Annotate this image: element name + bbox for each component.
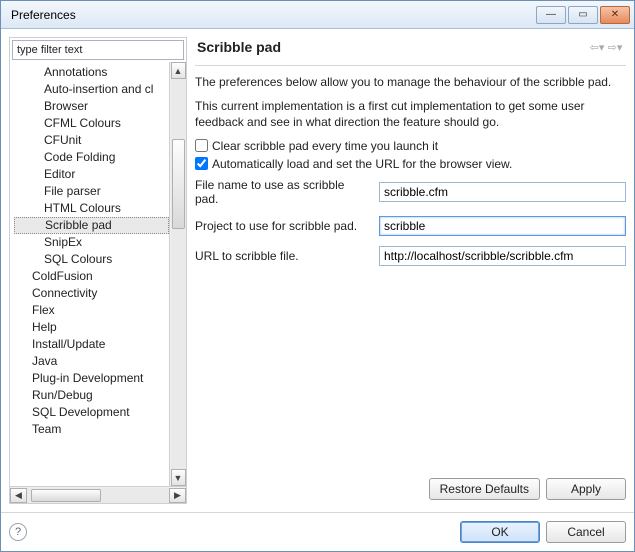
filename-label: File name to use as scribble pad. bbox=[195, 178, 371, 206]
tree-item[interactable]: Run/Debug bbox=[14, 387, 169, 404]
window-buttons: — ▭ ✕ bbox=[536, 6, 630, 24]
scroll-down-icon[interactable]: ▼ bbox=[171, 469, 186, 486]
window-title: Preferences bbox=[11, 8, 536, 22]
tree-item[interactable]: SQL Development bbox=[14, 404, 169, 421]
scroll-right-icon[interactable]: ▶ bbox=[169, 488, 186, 503]
url-row: URL to scribble file. bbox=[195, 246, 626, 266]
autoload-checkbox[interactable] bbox=[195, 157, 208, 170]
footer: ? OK Cancel bbox=[1, 512, 634, 551]
tree-item[interactable]: Plug-in Development bbox=[14, 370, 169, 387]
tree-item[interactable]: Annotations bbox=[14, 64, 169, 81]
forward-icon[interactable]: ⇨▾ bbox=[606, 39, 624, 55]
filename-input[interactable] bbox=[379, 182, 626, 202]
tree-item[interactable]: Code Folding bbox=[14, 149, 169, 166]
back-icon[interactable]: ⇦▾ bbox=[588, 39, 606, 55]
url-input[interactable] bbox=[379, 246, 626, 266]
tree-item[interactable]: Connectivity bbox=[14, 285, 169, 302]
tree-item[interactable]: Scribble pad bbox=[14, 217, 169, 234]
filter-input[interactable] bbox=[12, 40, 184, 60]
tree-item[interactable]: Editor bbox=[14, 166, 169, 183]
client-area: AnnotationsAuto-insertion and clBrowserC… bbox=[1, 29, 634, 512]
url-label: URL to scribble file. bbox=[195, 249, 371, 263]
tree-item[interactable]: Browser bbox=[14, 98, 169, 115]
autoload-checkbox-row: Automatically load and set the URL for t… bbox=[195, 157, 626, 171]
main-panel: Scribble pad ⇦▾ ⇨▾ The preferences below… bbox=[195, 37, 626, 504]
tree-item[interactable]: Flex bbox=[14, 302, 169, 319]
scroll-up-icon[interactable]: ▲ bbox=[171, 62, 186, 79]
page-title: Scribble pad bbox=[197, 39, 588, 55]
tree-item[interactable]: ColdFusion bbox=[14, 268, 169, 285]
sidebar: AnnotationsAuto-insertion and clBrowserC… bbox=[9, 37, 187, 504]
filename-row: File name to use as scribble pad. bbox=[195, 178, 626, 206]
restore-defaults-button[interactable]: Restore Defaults bbox=[429, 478, 540, 500]
close-button[interactable]: ✕ bbox=[600, 6, 630, 24]
vertical-scrollbar[interactable]: ▲ ▼ bbox=[169, 62, 186, 486]
tree-item[interactable]: Team bbox=[14, 421, 169, 438]
titlebar: Preferences — ▭ ✕ bbox=[1, 1, 634, 29]
clear-checkbox-row: Clear scribble pad every time you launch… bbox=[195, 139, 626, 153]
tree-item[interactable]: Install/Update bbox=[14, 336, 169, 353]
content-buttons: Restore Defaults Apply bbox=[195, 474, 626, 504]
clear-checkbox-label[interactable]: Clear scribble pad every time you launch… bbox=[212, 139, 438, 153]
apply-button[interactable]: Apply bbox=[546, 478, 626, 500]
tree-item[interactable]: HTML Colours bbox=[14, 200, 169, 217]
horizontal-scrollbar[interactable]: ◀ ▶ bbox=[10, 486, 186, 503]
vscroll-track[interactable] bbox=[171, 79, 186, 469]
minimize-button[interactable]: — bbox=[536, 6, 566, 24]
maximize-button[interactable]: ▭ bbox=[568, 6, 598, 24]
tree-item[interactable]: Auto-insertion and cl bbox=[14, 81, 169, 98]
cancel-button[interactable]: Cancel bbox=[546, 521, 626, 543]
tree-item[interactable]: File parser bbox=[14, 183, 169, 200]
scroll-left-icon[interactable]: ◀ bbox=[10, 488, 27, 503]
project-label: Project to use for scribble pad. bbox=[195, 219, 371, 233]
tree-item[interactable]: CFUnit bbox=[14, 132, 169, 149]
main-header: Scribble pad ⇦▾ ⇨▾ bbox=[195, 37, 626, 66]
description-text: The preferences below allow you to manag… bbox=[195, 74, 626, 90]
hscroll-thumb[interactable] bbox=[31, 489, 101, 502]
implementation-note: This current implementation is a first c… bbox=[195, 98, 626, 130]
clear-checkbox[interactable] bbox=[195, 139, 208, 152]
project-row: Project to use for scribble pad. bbox=[195, 216, 626, 236]
tree-item[interactable]: CFML Colours bbox=[14, 115, 169, 132]
ok-button[interactable]: OK bbox=[460, 521, 540, 543]
project-input[interactable] bbox=[379, 216, 626, 236]
tree-item[interactable]: Help bbox=[14, 319, 169, 336]
tree-item[interactable]: SQL Colours bbox=[14, 251, 169, 268]
vscroll-thumb[interactable] bbox=[172, 139, 185, 229]
autoload-checkbox-label[interactable]: Automatically load and set the URL for t… bbox=[212, 157, 512, 171]
preference-tree[interactable]: AnnotationsAuto-insertion and clBrowserC… bbox=[10, 62, 169, 486]
tree-item[interactable]: Java bbox=[14, 353, 169, 370]
hscroll-track[interactable] bbox=[27, 488, 169, 503]
help-icon[interactable]: ? bbox=[9, 523, 27, 541]
tree-item[interactable]: SnipEx bbox=[14, 234, 169, 251]
